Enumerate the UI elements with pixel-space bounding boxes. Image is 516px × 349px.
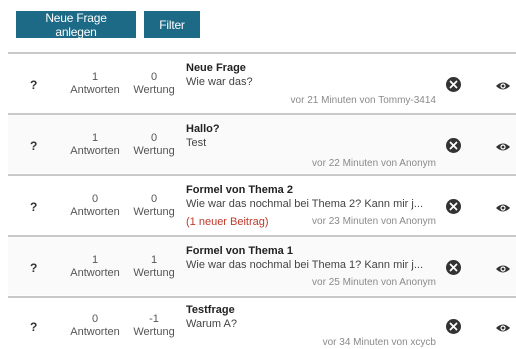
answers-label: Antworten: [70, 267, 120, 279]
answers-count: 1 Antworten: [60, 254, 130, 280]
delete-icon[interactable]: [446, 199, 461, 214]
votes-count: 0 Wertung: [126, 71, 182, 97]
question-content: Neue Frage Wie war das? vor 21 Minuten v…: [186, 61, 438, 111]
answers-count: 1 Antworten: [60, 71, 130, 97]
question-status-icon: ?: [30, 139, 38, 153]
answers-value: 1: [91, 71, 99, 83]
eye-icon[interactable]: [495, 140, 511, 152]
question-text: Test: [186, 137, 207, 149]
votes-value: -1: [149, 313, 159, 325]
question-title[interactable]: Hallo?: [186, 122, 438, 136]
answers-value: 1: [91, 254, 99, 266]
new-question-button[interactable]: Neue Frage anlegen: [16, 11, 136, 39]
votes-value: 0: [150, 71, 158, 83]
new-posts-badge[interactable]: (1 neuer Beitrag): [186, 216, 269, 228]
question-content: Formel von Thema 1 Wie war das nochmal b…: [186, 244, 438, 294]
votes-value: 0: [150, 193, 158, 205]
answers-label: Antworten: [70, 206, 120, 218]
answers-value: 0: [91, 193, 99, 205]
question-meta: vor 34 Minuten von xcycb: [322, 337, 436, 348]
question-text: Wie war das?: [186, 76, 253, 88]
question-meta: vor 25 Minuten von Anonym: [312, 277, 436, 288]
delete-icon[interactable]: [446, 319, 461, 334]
question-meta: vor 22 Minuten von Anonym: [312, 158, 436, 169]
question-text: Wie war das nochmal bei Thema 1? Kann mi…: [186, 259, 424, 271]
votes-count: 0 Wertung: [126, 132, 182, 158]
answers-label: Antworten: [70, 84, 120, 96]
question-meta: vor 23 Minuten von Anonym: [312, 216, 436, 227]
answers-count: 0 Antworten: [60, 193, 130, 219]
question-title[interactable]: Neue Frage: [186, 61, 438, 75]
question-meta: vor 21 Minuten von Tommy-3414: [290, 95, 436, 106]
answers-value: 0: [91, 313, 99, 325]
votes-label: Wertung: [133, 84, 175, 96]
question-content: Formel von Thema 2 Wie war das nochmal b…: [186, 183, 438, 233]
question-text: Wie war das nochmal bei Thema 2? Kann mi…: [186, 198, 424, 210]
eye-icon[interactable]: [495, 79, 511, 91]
toolbar: Neue Frage anlegen Filter: [16, 11, 200, 39]
votes-value: 0: [150, 132, 158, 144]
question-row[interactable]: ? 0 Antworten -1 Wertung Testfrage Warum…: [8, 296, 516, 349]
answers-value: 1: [91, 132, 99, 144]
answers-label: Antworten: [70, 326, 120, 338]
question-status-icon: ?: [30, 200, 38, 214]
delete-icon[interactable]: [446, 77, 461, 92]
question-title[interactable]: Formel von Thema 1: [186, 244, 438, 258]
filter-button[interactable]: Filter: [144, 11, 200, 38]
question-row[interactable]: ? 1 Antworten 0 Wertung Neue Frage Wie w…: [8, 52, 516, 112]
question-status-icon: ?: [30, 78, 38, 92]
delete-icon[interactable]: [446, 138, 461, 153]
question-content: Hallo? Test vor 22 Minuten von Anonym: [186, 122, 438, 172]
question-title[interactable]: Testfrage: [186, 303, 438, 317]
votes-label: Wertung: [133, 267, 175, 279]
eye-icon[interactable]: [495, 321, 511, 333]
answers-count: 1 Antworten: [60, 132, 130, 158]
question-status-icon: ?: [30, 320, 38, 334]
question-new-posts-line: (1 neuer Beitrag): [186, 215, 269, 230]
question-status-icon: ?: [30, 261, 38, 275]
question-row[interactable]: ? 1 Antworten 0 Wertung Hallo? Test vor …: [8, 113, 516, 173]
answers-label: Antworten: [70, 145, 120, 157]
votes-label: Wertung: [133, 326, 175, 338]
votes-label: Wertung: [133, 206, 175, 218]
question-title[interactable]: Formel von Thema 2: [186, 183, 438, 197]
delete-icon[interactable]: [446, 260, 461, 275]
votes-count: 1 Wertung: [126, 254, 182, 280]
answers-count: 0 Antworten: [60, 313, 130, 339]
eye-icon[interactable]: [495, 262, 511, 274]
votes-count: -1 Wertung: [126, 313, 182, 339]
eye-icon[interactable]: [495, 201, 511, 213]
question-row[interactable]: ? 1 Antworten 1 Wertung Formel von Thema…: [8, 235, 516, 295]
question-row[interactable]: ? 0 Antworten 0 Wertung Formel von Thema…: [8, 174, 516, 234]
votes-count: 0 Wertung: [126, 193, 182, 219]
question-content: Testfrage Warum A? vor 34 Minuten von xc…: [186, 303, 438, 349]
votes-value: 1: [150, 254, 158, 266]
votes-label: Wertung: [133, 145, 175, 157]
question-text: Warum A?: [186, 318, 237, 330]
